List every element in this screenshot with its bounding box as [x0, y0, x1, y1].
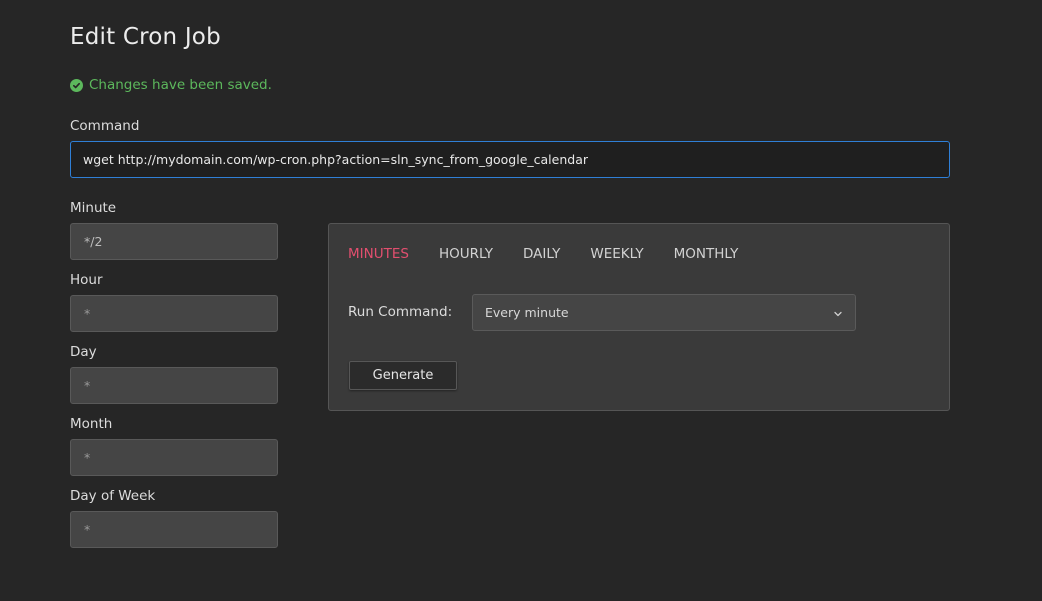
tab-weekly[interactable]: WEEKLY	[590, 246, 643, 262]
minute-input[interactable]	[70, 223, 278, 260]
day-label: Day	[70, 344, 97, 360]
hour-label: Hour	[70, 272, 103, 288]
run-command-select[interactable]: Every minute	[472, 294, 856, 331]
tab-daily[interactable]: DAILY	[523, 246, 560, 262]
frequency-tabs: MINUTES HOURLY DAILY WEEKLY MONTHLY	[348, 246, 738, 262]
cron-generator-panel: MINUTES HOURLY DAILY WEEKLY MONTHLY Run …	[328, 223, 950, 411]
run-command-select-value: Every minute	[485, 305, 569, 320]
notice-text: Changes have been saved.	[89, 77, 272, 93]
page-title: Edit Cron Job	[70, 24, 221, 50]
day-of-week-label: Day of Week	[70, 488, 156, 504]
minute-label: Minute	[70, 200, 117, 216]
month-label: Month	[70, 416, 113, 432]
command-input[interactable]	[70, 141, 950, 178]
command-label: Command	[70, 118, 140, 134]
chevron-down-icon	[833, 307, 843, 322]
day-of-week-input[interactable]	[70, 511, 278, 548]
generate-button[interactable]: Generate	[349, 361, 457, 390]
tab-hourly[interactable]: HOURLY	[439, 246, 493, 262]
edit-cron-job-page: Edit Cron Job Changes have been saved. C…	[0, 0, 1042, 601]
check-circle-icon	[70, 78, 83, 92]
success-notice: Changes have been saved.	[70, 77, 272, 93]
month-input[interactable]	[70, 439, 278, 476]
day-input[interactable]	[70, 367, 278, 404]
tab-monthly[interactable]: MONTHLY	[674, 246, 739, 262]
hour-input[interactable]	[70, 295, 278, 332]
tab-minutes[interactable]: MINUTES	[348, 246, 409, 262]
run-command-label: Run Command:	[348, 304, 453, 320]
